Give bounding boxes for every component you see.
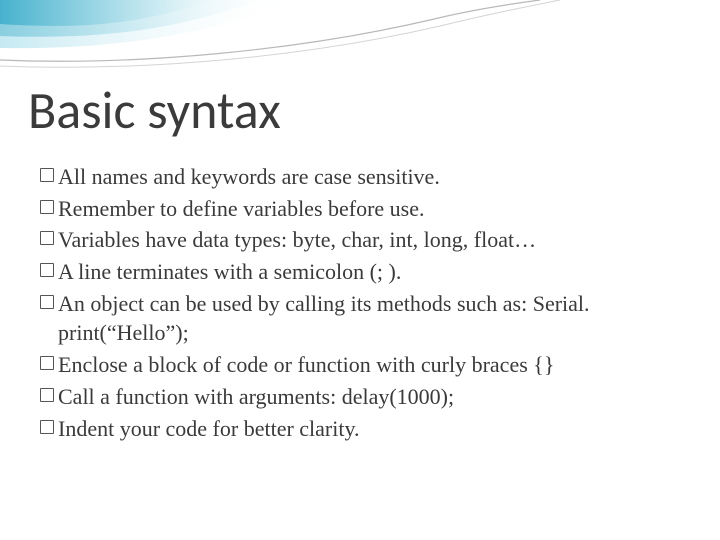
list-item-text: Indent your code for better clarity. [58,414,680,444]
list-item: Variables have data types: byte, char, i… [40,225,680,255]
bullet-icon [40,388,54,402]
list-item: All names and keywords are case sensitiv… [40,162,680,192]
list-item: Enclose a block of code or function with… [40,350,680,380]
list-item-text: All names and keywords are case sensitiv… [58,162,680,192]
bullet-icon [40,295,54,309]
list-item-text: Call a function with arguments: delay(10… [58,382,680,412]
bullet-icon [40,168,54,182]
list-item-text: Remember to define variables before use. [58,194,680,224]
bullet-icon [40,263,54,277]
slide-title: Basic syntax [28,78,281,142]
bullet-icon [40,200,54,214]
list-item-text: A line terminates with a semicolon (; ). [58,257,680,287]
list-item-text: Variables have data types: byte, char, i… [58,225,680,255]
bullet-icon [40,231,54,245]
list-item: Indent your code for better clarity. [40,414,680,444]
bullet-icon [40,356,54,370]
list-item-text: Enclose a block of code or function with… [58,350,680,380]
bullet-list: All names and keywords are case sensitiv… [40,162,680,445]
list-item: Call a function with arguments: delay(10… [40,382,680,412]
bullet-icon [40,420,54,434]
list-item: An object can be used by calling its met… [40,289,680,348]
list-item: Remember to define variables before use. [40,194,680,224]
list-item: A line terminates with a semicolon (; ). [40,257,680,287]
list-item-text: An object can be used by calling its met… [58,289,680,348]
slide: Basic syntax All names and keywords are … [0,0,720,540]
